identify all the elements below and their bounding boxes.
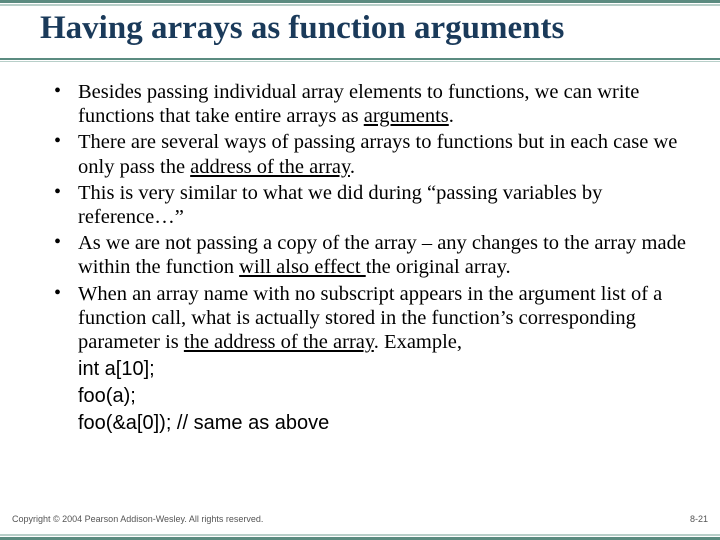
bullet-text: . <box>449 105 454 127</box>
footer: Copyright © 2004 Pearson Addison-Wesley.… <box>12 514 708 524</box>
bullet-text: Besides passing individual array element… <box>78 81 639 127</box>
bullet-underline: will also effect <box>239 256 366 278</box>
bullet-underline: the address of the array <box>184 331 374 353</box>
slide-title: Having arrays as function arguments <box>40 10 700 47</box>
bullet-text: the original array. <box>366 256 511 278</box>
code-line: int a[10]; <box>78 356 690 383</box>
bullet-text: . <box>350 156 355 178</box>
title-underline <box>0 58 720 60</box>
title-underline-light <box>0 61 720 62</box>
bullet-item: There are several ways of passing arrays… <box>48 130 690 178</box>
bullet-item: When an array name with no subscript app… <box>48 282 690 355</box>
bullet-underline: address of the array <box>190 156 350 178</box>
code-block: int a[10]; foo(a); foo(&a[0]); // same a… <box>48 356 690 437</box>
slide: Having arrays as function arguments Besi… <box>0 0 720 540</box>
bullet-underline: arguments <box>364 105 449 127</box>
copyright-text: Copyright © 2004 Pearson Addison-Wesley.… <box>12 514 263 524</box>
bullet-item: Besides passing individual array element… <box>48 80 690 128</box>
bullet-list: Besides passing individual array element… <box>48 80 690 354</box>
bullet-text: . Example, <box>374 331 462 353</box>
bullet-text: There are several ways of passing arrays… <box>78 131 677 177</box>
bullet-item: This is very similar to what we did duri… <box>48 181 690 229</box>
code-line: foo(a); <box>78 383 690 410</box>
code-line: foo(&a[0]); // same as above <box>78 410 690 437</box>
bullet-item: As we are not passing a copy of the arra… <box>48 231 690 279</box>
slide-body: Besides passing individual array element… <box>48 80 690 437</box>
page-number: 8-21 <box>690 514 708 524</box>
bullet-text: This is very similar to what we did duri… <box>78 182 602 228</box>
